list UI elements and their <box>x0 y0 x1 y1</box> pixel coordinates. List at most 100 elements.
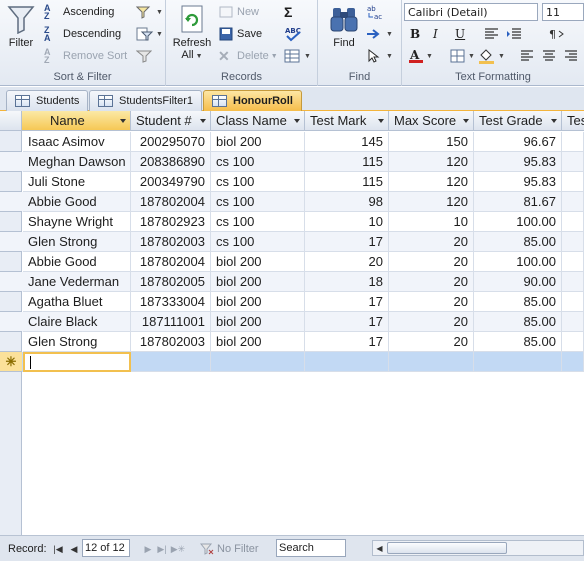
table-row[interactable]: Meghan Dawson 208386890 cs 100 115 120 95.83 <box>0 152 584 172</box>
name-cell[interactable]: Abbie Good <box>23 252 131 272</box>
no-filter-button[interactable]: No Filter <box>200 541 259 557</box>
test-grade-cell[interactable]: 90.00 <box>474 272 562 292</box>
record-selector[interactable] <box>0 252 22 272</box>
test-mark-cell[interactable]: 115 <box>305 152 389 172</box>
font-color-button[interactable]: A ▼ <box>408 47 433 65</box>
tab-honourroll[interactable]: HonourRoll <box>203 90 302 111</box>
partial-column-cell[interactable] <box>562 292 584 312</box>
column-header-student-number[interactable]: Student # <box>131 111 211 131</box>
find-button[interactable]: Find <box>324 4 364 49</box>
select-all-corner[interactable] <box>0 111 22 131</box>
max-score-cell[interactable]: 20 <box>389 312 474 332</box>
new-record-cell[interactable] <box>305 352 389 372</box>
class-name-cell[interactable]: cs 100 <box>211 152 305 172</box>
max-score-cell[interactable]: 20 <box>389 252 474 272</box>
test-grade-cell[interactable]: 95.83 <box>474 172 562 192</box>
record-selector[interactable] <box>0 312 22 332</box>
bold-button[interactable]: B <box>410 25 420 43</box>
align-center-button[interactable] <box>542 47 556 65</box>
student-number-cell[interactable]: 187802003 <box>131 332 211 352</box>
student-number-cell[interactable]: 187802923 <box>131 212 211 232</box>
table-row[interactable]: Claire Black 187111001 biol 200 17 20 85.00 <box>0 312 584 332</box>
max-score-cell[interactable]: 20 <box>389 272 474 292</box>
replace-button[interactable]: ab ac <box>366 3 386 21</box>
partial-column-cell[interactable] <box>562 132 584 152</box>
record-selector[interactable] <box>0 232 22 252</box>
selection-filter-button[interactable]: ▼ <box>136 3 163 21</box>
partial-column-cell[interactable] <box>562 192 584 212</box>
test-mark-cell[interactable]: 17 <box>305 232 389 252</box>
delete-record-button[interactable]: ✕ Delete ▼ <box>218 47 278 65</box>
new-record-row[interactable]: ✳ <box>0 352 584 372</box>
record-selector[interactable] <box>0 172 22 192</box>
table-row[interactable]: Isaac Asimov 200295070 biol 200 145 150 96.67 <box>0 132 584 152</box>
class-name-cell[interactable]: cs 100 <box>211 192 305 212</box>
student-number-cell[interactable]: 187802005 <box>131 272 211 292</box>
class-name-cell[interactable]: biol 200 <box>211 272 305 292</box>
partial-column-cell[interactable] <box>562 212 584 232</box>
student-number-cell[interactable]: 208386890 <box>131 152 211 172</box>
class-name-cell[interactable]: biol 200 <box>211 252 305 272</box>
test-mark-cell[interactable]: 20 <box>305 252 389 272</box>
name-cell[interactable]: Isaac Asimov <box>23 132 131 152</box>
class-name-cell[interactable]: biol 200 <box>211 332 305 352</box>
new-record-button[interactable]: New <box>218 3 259 21</box>
align-text-left-button[interactable] <box>520 47 534 65</box>
underline-button[interactable]: U <box>455 25 465 43</box>
align-left-button[interactable] <box>484 25 500 43</box>
partial-column-cell[interactable] <box>562 172 584 192</box>
current-record-field[interactable]: 12 of 12 <box>82 539 130 557</box>
advanced-filter-button[interactable]: ▼ <box>136 25 163 43</box>
new-blank-record-button[interactable]: ▶✳ <box>171 541 185 557</box>
partial-column-cell[interactable] <box>562 272 584 292</box>
new-record-cell[interactable] <box>562 352 584 372</box>
descending-button[interactable]: ZA Descending <box>44 25 121 43</box>
student-number-cell[interactable]: 200349790 <box>131 172 211 192</box>
column-header-test-mark[interactable]: Test Mark <box>305 111 389 131</box>
new-record-selector[interactable]: ✳ <box>0 352 22 372</box>
new-record-cell[interactable] <box>389 352 474 372</box>
table-row[interactable]: Abbie Good 187802004 biol 200 20 20 100.00 <box>0 252 584 272</box>
table-row[interactable]: Agatha Bluet 187333004 biol 200 17 20 85.00 <box>0 292 584 312</box>
record-selector[interactable] <box>0 152 22 172</box>
max-score-cell[interactable]: 20 <box>389 232 474 252</box>
filter-button[interactable]: Filter <box>3 4 39 49</box>
test-grade-cell[interactable]: 100.00 <box>474 212 562 232</box>
dropdown-arrow-icon[interactable] <box>551 119 557 123</box>
spelling-button[interactable]: ABC <box>284 25 304 43</box>
max-score-cell[interactable]: 10 <box>389 212 474 232</box>
class-name-cell[interactable]: cs 100 <box>211 232 305 252</box>
max-score-cell[interactable]: 150 <box>389 132 474 152</box>
refresh-all-button[interactable]: Refresh All ▼ <box>170 4 214 61</box>
test-grade-cell[interactable]: 85.00 <box>474 332 562 352</box>
student-number-cell[interactable]: 187333004 <box>131 292 211 312</box>
name-cell[interactable]: Glen Strong <box>23 232 131 252</box>
first-record-button[interactable]: |◀ <box>52 541 64 557</box>
new-record-cell[interactable] <box>474 352 562 372</box>
table-row[interactable]: Jane Vederman 187802005 biol 200 18 20 90.00 <box>0 272 584 292</box>
horizontal-scrollbar[interactable]: ◀ <box>372 540 584 556</box>
student-number-cell[interactable]: 187802003 <box>131 232 211 252</box>
class-name-cell[interactable]: cs 100 <box>211 212 305 232</box>
test-mark-cell[interactable]: 145 <box>305 132 389 152</box>
record-selector[interactable] <box>0 212 22 232</box>
name-cell[interactable]: Glen Strong <box>23 332 131 352</box>
name-cell[interactable]: Shayne Wright <box>23 212 131 232</box>
class-name-cell[interactable]: biol 200 <box>211 292 305 312</box>
name-cell[interactable]: Agatha Bluet <box>23 292 131 312</box>
next-record-button[interactable]: ▶ <box>142 541 154 557</box>
test-grade-cell[interactable]: 85.00 <box>474 232 562 252</box>
table-row[interactable]: Glen Strong 187802003 cs 100 17 20 85.00 <box>0 232 584 252</box>
totals-button[interactable]: Σ <box>284 3 292 21</box>
dropdown-arrow-icon[interactable] <box>294 119 300 123</box>
table-row[interactable]: Abbie Good 187802004 cs 100 98 120 81.67 <box>0 192 584 212</box>
dropdown-arrow-icon[interactable] <box>463 119 469 123</box>
max-score-cell[interactable]: 120 <box>389 152 474 172</box>
record-selector[interactable] <box>0 272 22 292</box>
column-header-name[interactable]: Name <box>22 111 131 131</box>
column-header-max-score[interactable]: Max Score <box>389 111 474 131</box>
test-mark-cell[interactable]: 115 <box>305 172 389 192</box>
partial-column-cell[interactable] <box>562 252 584 272</box>
ascending-button[interactable]: AZ Ascending <box>44 3 114 21</box>
new-record-cell[interactable] <box>131 352 211 372</box>
